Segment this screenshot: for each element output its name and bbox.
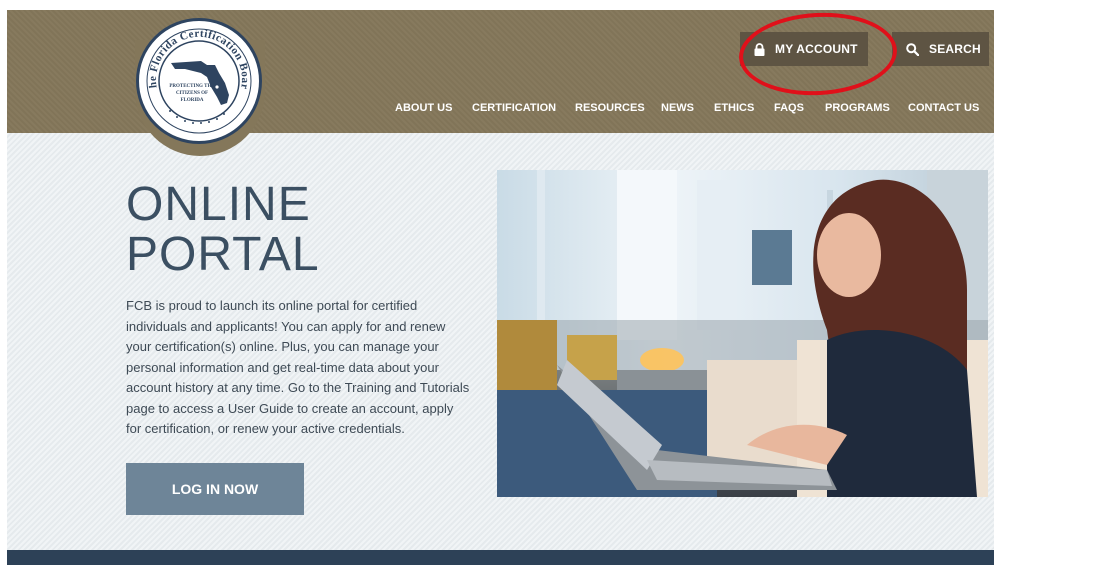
search-button[interactable]: SEARCH <box>892 32 989 66</box>
nav-item-certification[interactable]: CERTIFICATION <box>472 102 556 114</box>
fcb-logo[interactable]: The Florida Certification Board PROTECTI… <box>136 18 262 144</box>
nav-item-contact-us[interactable]: CONTACT US <box>908 102 979 114</box>
search-icon <box>906 42 919 56</box>
woman-laptop-illustration <box>497 170 988 497</box>
seal-graphic: The Florida Certification Board <box>139 21 255 137</box>
search-label: SEARCH <box>929 42 981 56</box>
logo-center-text: PROTECTING THE CITIZENS OF FLORIDA <box>169 84 215 103</box>
log-in-now-button[interactable]: LOG IN NOW <box>126 463 304 515</box>
page-title: ONLINE PORTAL <box>126 178 320 281</box>
footer-bar <box>7 550 994 565</box>
page-frame: The Florida Certification Board PROTECTI… <box>7 10 994 565</box>
nav-item-programs[interactable]: PROGRAMS <box>825 102 890 114</box>
nav-item-resources[interactable]: RESOURCES <box>575 102 645 114</box>
nav-item-news[interactable]: NEWS <box>661 102 694 114</box>
nav-item-faqs[interactable]: FAQS <box>774 102 804 114</box>
nav-item-about-us[interactable]: ABOUT US <box>395 102 452 114</box>
intro-paragraph: FCB is proud to launch its online portal… <box>126 298 470 436</box>
nav-item-ethics[interactable]: ETHICS <box>714 102 754 114</box>
hero-photo <box>497 170 988 497</box>
